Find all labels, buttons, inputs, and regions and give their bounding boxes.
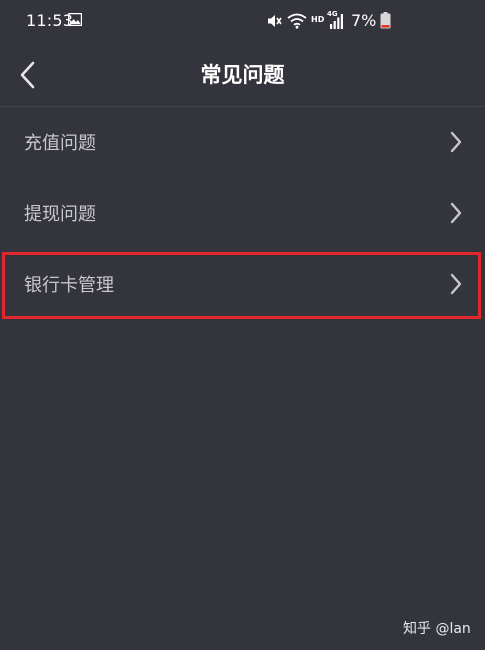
chevron-right-icon <box>450 202 462 224</box>
chevron-right-icon <box>450 131 462 153</box>
navigation-bar: 常见问题 <box>0 44 485 107</box>
wifi-icon <box>287 13 307 29</box>
status-time: 11:53 <box>26 11 74 30</box>
signal-icon <box>330 14 343 29</box>
menu-item-label: 银行卡管理 <box>24 275 114 296</box>
chevron-right-icon <box>450 273 462 295</box>
page-title: 常见问题 <box>200 63 285 87</box>
menu-item-withdraw-issues[interactable]: 提现问题 <box>0 178 485 249</box>
menu-list: 充值问题 提现问题 银行卡管理 <box>0 107 485 320</box>
mute-icon <box>268 15 282 27</box>
watermark: 知乎 @lan <box>403 621 471 637</box>
menu-item-bank-card-management[interactable]: 银行卡管理 <box>0 249 485 320</box>
battery-icon <box>380 12 391 29</box>
battery-percent: 7% <box>351 11 377 30</box>
menu-item-label: 提现问题 <box>24 204 96 225</box>
network-label: HD <box>311 15 325 24</box>
menu-item-recharge-issues[interactable]: 充值问题 <box>0 107 485 178</box>
gallery-icon <box>68 13 82 26</box>
status-bar: 11:53 HD 4G 7% <box>0 0 485 44</box>
menu-item-label: 充值问题 <box>24 133 96 154</box>
